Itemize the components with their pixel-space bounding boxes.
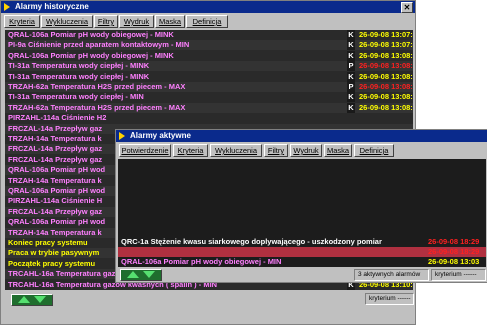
- active-criteria-status: kryterium ------: [431, 269, 486, 281]
- alarm-timestamp: 26-09-08 13:08:55: [359, 102, 413, 112]
- alarm-description: FRCZAL-14a Przepływ gaz: [8, 123, 103, 133]
- active-count-status: 3 aktywnych alarmów: [354, 269, 429, 281]
- alarm-timestamp: 26-09-08 13:08:17: [359, 61, 413, 71]
- alarm-description: PIRZAHL-114a Ciśnienie H: [8, 196, 103, 206]
- arrow-down-icon[interactable]: [34, 296, 46, 303]
- alarm-description: QRAL-106a Pomiar pH wody obiegowej - MIN…: [8, 50, 174, 60]
- window-triangle-icon: [119, 132, 125, 140]
- active-toolbar: Potwierdzenie Kryteria Wykluczenia Filtr…: [116, 143, 487, 157]
- alarm-description: FRCZAL-14a Przepływ gaz: [8, 154, 103, 164]
- alarm-description: TRZAH-14a Temperatura k: [8, 227, 102, 237]
- arrow-down-icon[interactable]: [143, 271, 155, 278]
- historical-alarms-title: Alarmy historyczne: [15, 2, 89, 11]
- alarm-timestamp: 26-09-08 13:03: [428, 257, 480, 266]
- alarm-type: K: [347, 40, 355, 51]
- criteria-button[interactable]: Kryteria: [173, 144, 208, 157]
- filters-button[interactable]: Filtry: [94, 15, 118, 28]
- exclusions-button[interactable]: Wykluczenia: [41, 15, 93, 28]
- alarm-description: Koniec pracy systemu: [8, 238, 88, 247]
- filters-button[interactable]: Filtry: [264, 144, 288, 157]
- alarm-description: TI-31a Temperatura wody ciepłej - MINK: [8, 71, 150, 81]
- table-row[interactable]: 26-09-08 18:29: [118, 247, 486, 257]
- active-alarms-title: Alarmy aktywne: [130, 131, 191, 140]
- alarm-description: TRZAH-14a Temperatura k: [8, 175, 102, 185]
- arrow-up-icon[interactable]: [18, 296, 30, 303]
- alarm-type: K: [347, 30, 355, 40]
- alarm-type: K: [347, 71, 355, 82]
- criteria-button[interactable]: Kryteria: [4, 15, 40, 28]
- alarm-type: P: [347, 61, 355, 72]
- active-alarm-list[interactable]: QRC-1a Stężenie kwasu siarkowego doplywa…: [118, 159, 486, 267]
- alarm-description: QRC-1a Stężenie kwasu siarkowego doplywa…: [121, 237, 382, 246]
- alarm-timestamp: 26-09-08 13:08:39: [359, 82, 413, 91]
- alarm-description: Praca w trybie pasywnym: [8, 248, 100, 258]
- alarm-description: TI-31a Temperatura wody ciepłej - MIN: [8, 92, 144, 102]
- table-row[interactable]: TI-31a Temperatura wody ciepłej - MINK K 2…: [5, 71, 413, 82]
- table-row[interactable]: QRAL-106a Pomiar pH wody obiegowej - MIN…: [5, 30, 413, 40]
- table-row[interactable]: TI-31a Temperatura wody ciepłej - MINK P 2…: [5, 61, 413, 72]
- mask-button[interactable]: Maska: [155, 15, 185, 28]
- alarm-description: Początek pracy systemu: [8, 258, 96, 268]
- alarm-description: QRAL-106a Pomiar pH wody obiegowej - MIN: [121, 257, 282, 266]
- scroll-buttons[interactable]: [120, 269, 162, 281]
- mask-button[interactable]: Maska: [324, 144, 352, 157]
- alarm-description: QRAL-106a Pomiar pH wod: [8, 217, 106, 227]
- alarm-description: QRAL-106a Pomiar pH wody obiegowej - MIN…: [8, 30, 174, 39]
- acknowledge-button[interactable]: Potwierdzenie: [119, 144, 171, 157]
- table-row[interactable]: TRZAH-62a Temperatura H2S przed piecem -…: [5, 82, 413, 92]
- alarm-timestamp: 26-09-08 13:08:04: [359, 50, 413, 60]
- alarm-timestamp: 26-09-08 13:07:48: [359, 40, 413, 50]
- table-row[interactable]: PI-9a Ciśnienie przed aparatem kontaktow…: [5, 40, 413, 51]
- historical-bottom-bar: kryterium ------: [1, 291, 415, 324]
- historical-toolbar: Kryteria Wykluczenia Filtry Wydruk Maska…: [1, 14, 415, 28]
- print-button[interactable]: Wydruk: [119, 15, 154, 28]
- alarm-description: TRZAH-62a Temperatura H2S przed piecem -…: [8, 82, 186, 91]
- alarm-type: K: [347, 50, 355, 61]
- alarm-timestamp: 26-09-08 13:08:20: [359, 71, 413, 81]
- alarm-description: PIRZAHL-114a Ciśnienie H2: [8, 113, 107, 123]
- alarm-description: FRCZAL-14a Przepływ gaz: [8, 206, 103, 216]
- alarm-description: QRAL-106a Pomiar pH wod: [8, 186, 106, 195]
- table-row[interactable]: QRAL-106a Pomiar pH wody obiegowej - MIN…: [5, 50, 413, 61]
- alarm-description: TRZAH-14a Temperatura k: [8, 134, 102, 143]
- alarm-type: K: [347, 102, 355, 113]
- historical-criteria-status: kryterium ------: [365, 293, 414, 305]
- historical-alarms-titlebar[interactable]: Alarmy historyczne ✕: [1, 1, 415, 13]
- definition-button[interactable]: Definicja: [186, 15, 228, 28]
- arrow-up-icon[interactable]: [127, 271, 139, 278]
- alarm-type: P: [347, 82, 355, 92]
- alarm-description: TI-31a Temperatura wody ciepłej - MINK: [8, 61, 150, 71]
- alarm-description: PI-9a Ciśnienie przed aparatem kontaktow…: [8, 40, 190, 50]
- alarm-timestamp: 26-09-08 18:29: [428, 237, 480, 246]
- exclusions-button[interactable]: Wykluczenia: [210, 144, 262, 157]
- print-button[interactable]: Wydruk: [290, 144, 322, 157]
- alarm-timestamp: 26-09-08 18:29: [428, 247, 480, 256]
- active-alarms-window: Alarmy aktywne Potwierdzenie Kryteria Wy…: [115, 129, 487, 283]
- scroll-buttons[interactable]: [11, 294, 53, 306]
- close-button[interactable]: ✕: [401, 2, 413, 13]
- table-row[interactable]: TI-31a Temperatura wody ciepłej - MIN K 26…: [5, 92, 413, 103]
- definition-button[interactable]: Definicja: [354, 144, 394, 157]
- active-alarms-titlebar[interactable]: Alarmy aktywne: [116, 130, 487, 142]
- active-bottom-bar: 3 aktywnych alarmów kryterium ------: [116, 268, 487, 282]
- window-triangle-icon: [4, 3, 10, 11]
- alarm-description: FRCZAL-14a Przepływ gaz: [8, 144, 103, 154]
- alarm-description: QRAL-106a Pomiar pH wod: [8, 165, 106, 175]
- table-row[interactable]: TRZAH-62a Temperatura H2S przed piecem -…: [5, 102, 413, 113]
- table-row[interactable]: QRC-1a Stężenie kwasu siarkowego doplywa…: [118, 237, 486, 247]
- table-row[interactable]: PIRZAHL-114a Ciśnienie H2: [5, 113, 413, 124]
- alarm-description: TRZAH-62a Temperatura H2S przed piecem -…: [8, 102, 186, 112]
- alarm-type: K: [347, 92, 355, 103]
- table-row[interactable]: QRAL-106a Pomiar pH wody obiegowej - MIN…: [118, 257, 486, 267]
- alarm-timestamp: 26-09-08 13:07:46: [359, 30, 413, 39]
- alarm-timestamp: 26-09-08 13:08:50: [359, 92, 413, 102]
